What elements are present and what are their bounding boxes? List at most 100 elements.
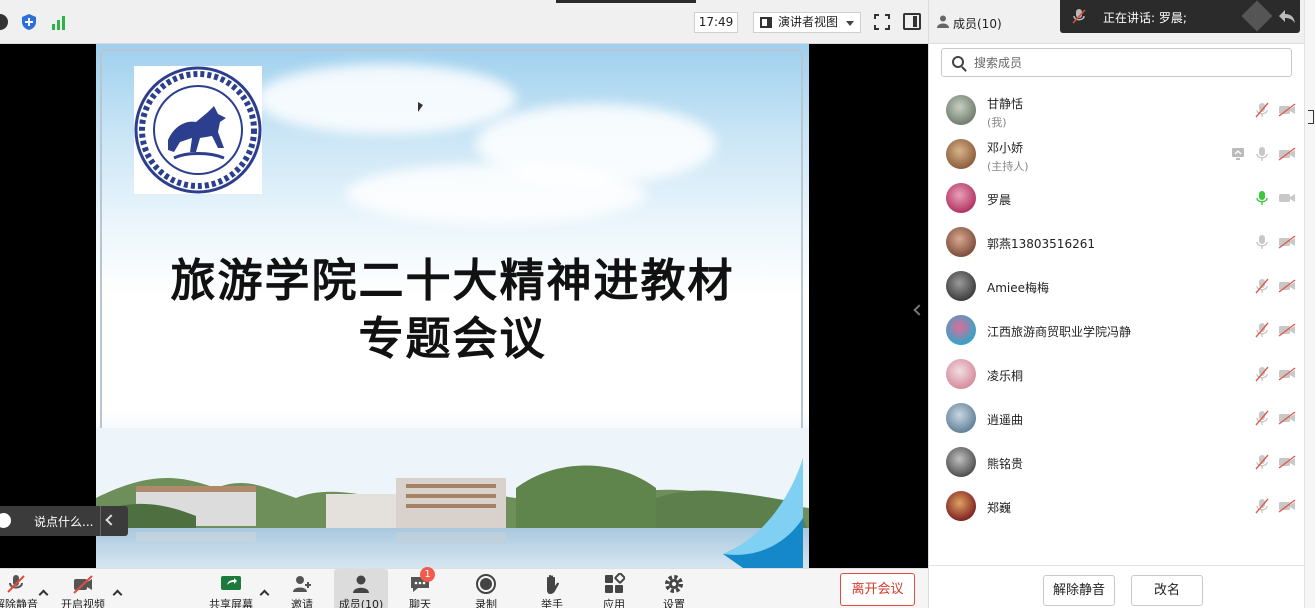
view-mode-label: 演讲者视图 (778, 15, 839, 29)
member-search-input[interactable] (974, 53, 1274, 73)
video-off-icon[interactable] (1278, 103, 1296, 117)
member-row[interactable]: 郑巍 (929, 484, 1305, 528)
mic-muted-icon[interactable] (1255, 410, 1269, 426)
quick-chat-input[interactable]: 说点什么... (0, 506, 128, 536)
mic-muted-icon[interactable] (1255, 102, 1269, 118)
member-search-box[interactable] (941, 48, 1292, 77)
video-off-icon[interactable] (1278, 367, 1296, 381)
share-screen-icon (221, 576, 241, 590)
invite-icon (293, 576, 311, 592)
avatar (946, 271, 976, 301)
search-icon (952, 56, 964, 68)
member-name: 甘静恬 (987, 97, 1024, 111)
presentation-stage: 旅游学院二十大精神进教材 专题会议 说点什么... (0, 44, 928, 568)
member-row[interactable]: 郭燕13803516261 (929, 220, 1305, 264)
video-off-icon[interactable] (1278, 147, 1296, 161)
video-off-icon[interactable] (1278, 499, 1296, 513)
circle-icon[interactable] (0, 14, 8, 30)
raise-hand-label: 举手 (541, 598, 563, 608)
member-name: 凌乐桐 (987, 369, 1024, 383)
chevron-down-icon (846, 21, 854, 26)
members-button[interactable]: 成员(10) (334, 569, 388, 608)
member-name: 逍遥曲 (987, 413, 1024, 427)
avatar (946, 139, 976, 169)
video-off-icon[interactable] (1278, 323, 1296, 337)
apps-label: 应用 (603, 598, 625, 608)
chat-label: 聊天 (409, 598, 431, 608)
sidebar-toggle-icon[interactable] (903, 13, 921, 30)
meeting-toolbar: 解除静音 开启视频 共享屏幕 邀请 (0, 567, 928, 608)
member-role: (我) (987, 116, 1007, 129)
avatar (946, 447, 976, 477)
active-speaker-text: 正在讲话: 罗晨; (1103, 11, 1187, 25)
member-row[interactable]: 邓小娇 (主持人) (929, 132, 1305, 176)
start-video-button[interactable]: 开启视频 (56, 569, 110, 608)
member-row[interactable]: 罗晨 (929, 176, 1305, 220)
members-panel-footer: 解除静音 改名 (929, 565, 1305, 608)
member-row[interactable]: 熊铭贵 (929, 440, 1305, 484)
member-row[interactable]: 甘静恬 (我) (929, 88, 1305, 132)
fullscreen-icon[interactable] (874, 14, 890, 30)
top-status-bar: 17:49 演讲者视图 (0, 0, 928, 44)
apps-button[interactable]: 应用 (590, 569, 638, 608)
share-screen-button[interactable]: 共享屏幕 (204, 569, 258, 608)
mic-icon[interactable] (1255, 234, 1269, 250)
record-label: 录制 (475, 598, 497, 608)
window-tab-strip (556, 0, 696, 3)
video-off-icon[interactable] (1278, 411, 1296, 425)
collapse-icon[interactable] (105, 514, 117, 526)
page-curl-decoration (723, 458, 803, 568)
member-name: 熊铭贵 (987, 457, 1024, 471)
video-icon[interactable] (1278, 191, 1296, 205)
share-options-chevron-icon[interactable] (259, 589, 270, 600)
invite-label: 邀请 (291, 598, 313, 608)
window-edge-scrollbar[interactable] (1304, 0, 1315, 608)
member-row[interactable]: 凌乐桐 (929, 352, 1305, 396)
member-row[interactable]: Amiee梅梅 (929, 264, 1305, 308)
mic-icon[interactable] (1255, 146, 1269, 162)
shared-slide: 旅游学院二十大精神进教材 专题会议 (96, 44, 809, 568)
signal-icon[interactable] (50, 13, 68, 31)
chat-unread-badge: 1 (420, 567, 435, 582)
campus-scene-image (96, 428, 809, 568)
divider (100, 506, 101, 536)
video-off-icon[interactable] (1278, 235, 1296, 249)
unmute-button[interactable]: 解除静音 (0, 569, 46, 608)
member-name: 江西旅游商贸职业学院冯静 (987, 325, 1132, 339)
view-mode-dropdown[interactable]: 演讲者视图 (753, 12, 861, 33)
chat-input-placeholder[interactable]: 说点什么... (34, 513, 93, 530)
mic-muted-icon[interactable] (1255, 366, 1269, 382)
slide-title-line2: 专题会议 (358, 312, 547, 365)
mic-muted-icon (7, 575, 25, 593)
record-button[interactable]: 录制 (462, 569, 510, 608)
leave-meeting-button[interactable]: 离开会议 (840, 573, 915, 606)
raise-hand-button[interactable]: 举手 (528, 569, 576, 608)
mic-active-icon[interactable] (1255, 190, 1269, 206)
mic-muted-icon[interactable] (1255, 278, 1269, 294)
invite-button[interactable]: 邀请 (278, 569, 326, 608)
mic-muted-icon[interactable] (1255, 454, 1269, 470)
unmute-all-button[interactable]: 解除静音 (1043, 575, 1115, 606)
reply-arrow-icon[interactable] (1278, 8, 1296, 24)
video-off-icon[interactable] (1278, 279, 1296, 293)
mic-muted-icon (1072, 9, 1086, 24)
college-logo (134, 66, 262, 194)
avatar (946, 315, 976, 345)
mic-muted-icon[interactable] (1255, 498, 1269, 514)
rename-button[interactable]: 改名 (1131, 575, 1203, 606)
shield-icon[interactable] (20, 13, 38, 31)
emoji-icon[interactable] (0, 513, 11, 528)
mouse-cursor (418, 102, 423, 112)
video-options-chevron-icon[interactable] (112, 589, 123, 600)
slide-title-line1: 旅游学院二十大精神进教材 (170, 254, 735, 307)
chat-button[interactable]: 1 聊天 (396, 567, 444, 608)
record-icon (476, 574, 496, 594)
member-row[interactable]: 江西旅游商贸职业学院冯静 (929, 308, 1305, 352)
meeting-timer: 17:49 (694, 12, 738, 33)
settings-button[interactable]: 设置 (650, 569, 698, 608)
meeting-window: 17:49 演讲者视图 旅游学院二十大精神进教材 专题会议 说点什么... 除静… (0, 0, 1315, 608)
mic-muted-icon[interactable] (1255, 322, 1269, 338)
member-row[interactable]: 逍遥曲 (929, 396, 1305, 440)
speaker-view-icon (760, 17, 772, 28)
video-off-icon[interactable] (1278, 455, 1296, 469)
